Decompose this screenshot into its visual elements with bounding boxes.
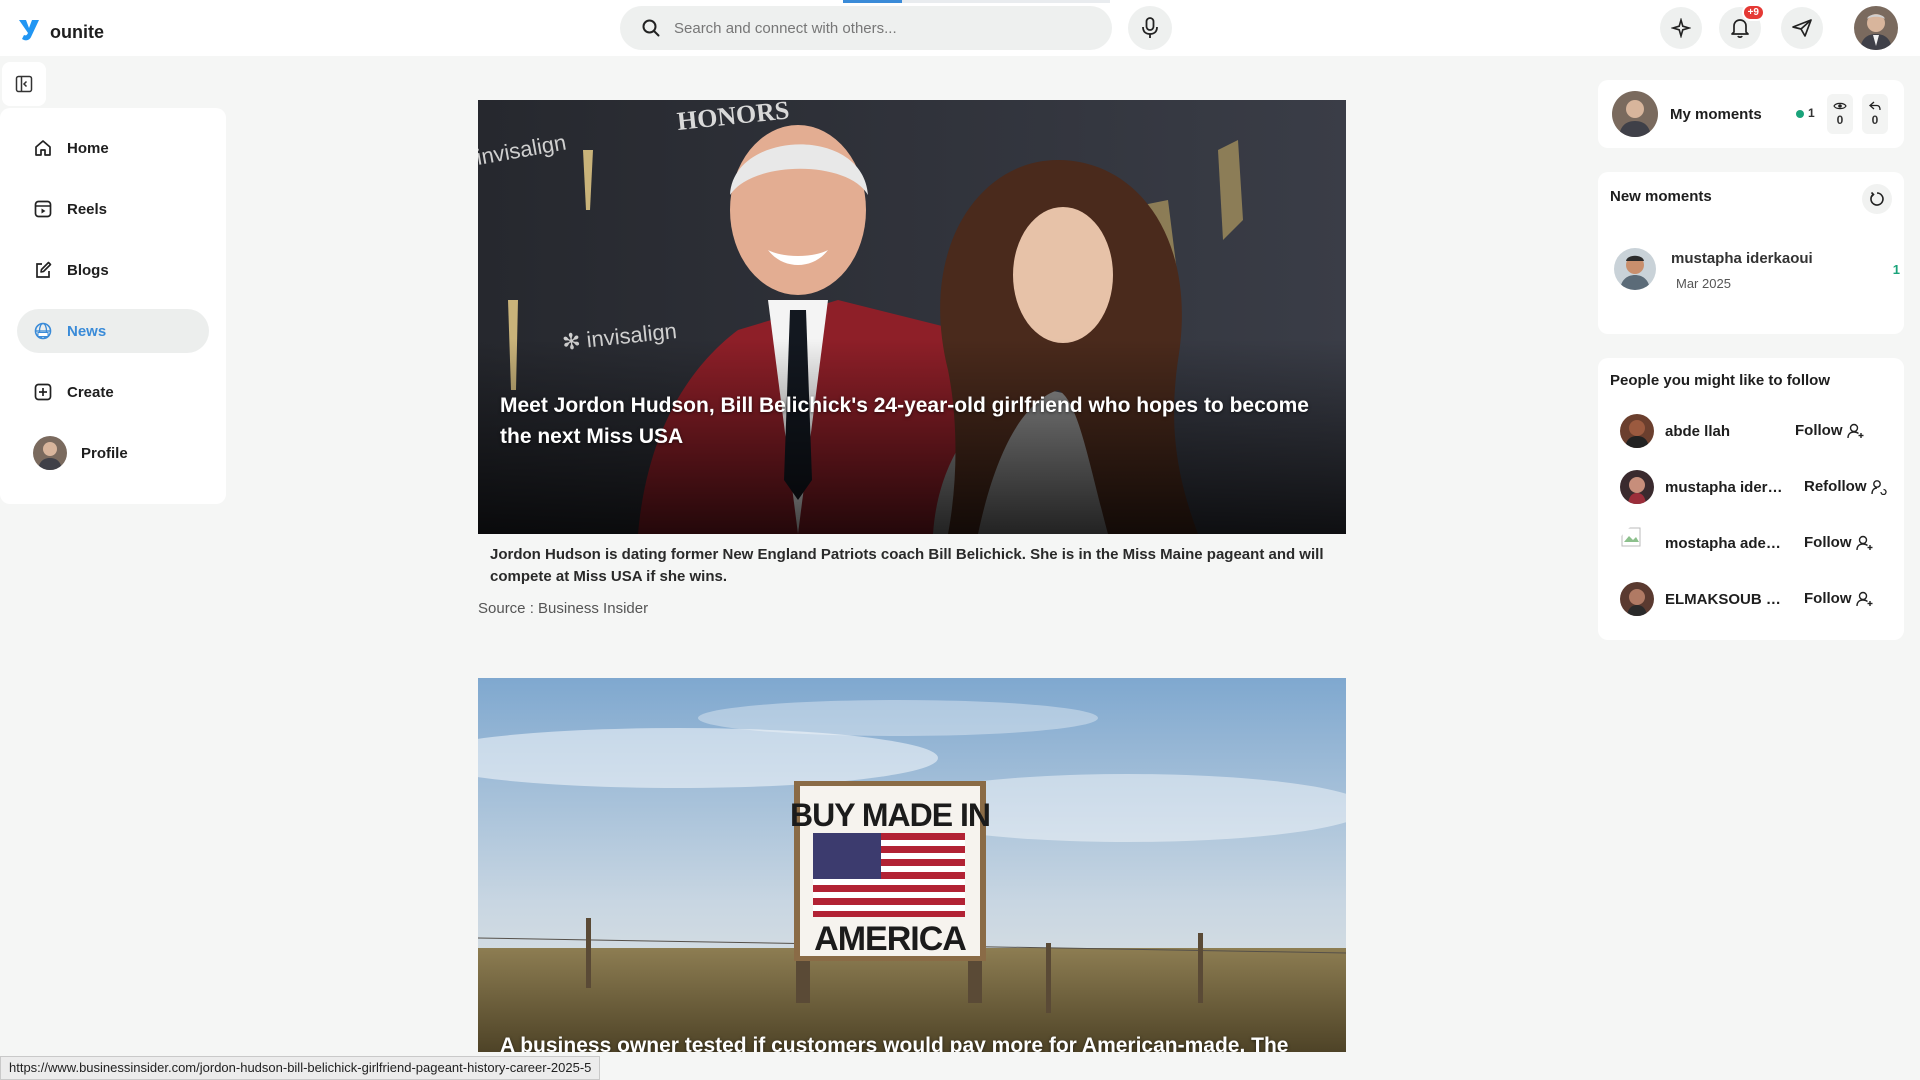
- user-plus-icon: [1855, 535, 1872, 550]
- suggestion-name[interactable]: ELMAKSOUB NOUHAILA: [1665, 591, 1783, 608]
- sign-text-top: BUY MADE IN: [790, 797, 990, 833]
- home-icon: [33, 138, 53, 158]
- sidebar-item-home[interactable]: Home: [17, 126, 209, 170]
- sidebar-toggle-icon: [15, 75, 33, 93]
- sign-text-bottom: AMERICA: [814, 920, 966, 958]
- sidebar-item-label: Home: [67, 139, 109, 157]
- new-moments-card: New moments mustapha iderkaoui Mar 2025 …: [1598, 172, 1904, 334]
- blog-edit-icon: [33, 260, 53, 280]
- ai-assistant-button[interactable]: [1660, 7, 1702, 49]
- avatar[interactable]: [1620, 526, 1654, 560]
- sidebar-item-blogs[interactable]: Blogs: [17, 248, 209, 292]
- reels-icon: [33, 199, 53, 219]
- notifications-button[interactable]: +9: [1719, 4, 1765, 49]
- article-photo: HONORS invisalign ✻ invisalign: [478, 100, 1346, 534]
- moment-item[interactable]: mustapha iderkaoui Mar 2025 1: [1614, 248, 1900, 298]
- moment-date: Mar 2025: [1676, 276, 1731, 291]
- user-refresh-icon: [1870, 479, 1887, 495]
- reply-icon: [1869, 101, 1881, 111]
- refollow-button[interactable]: Refollow: [1804, 478, 1887, 495]
- sidebar-item-label: Blogs: [67, 261, 109, 279]
- logo-icon: [19, 19, 39, 40]
- sidebar-item-reels[interactable]: Reels: [17, 187, 209, 231]
- news-globe-icon: [33, 321, 53, 341]
- suggestion-row: mustapha iderkaoui Refollow: [1620, 470, 1900, 506]
- avatar[interactable]: [1620, 414, 1654, 448]
- american-flag: [813, 833, 965, 917]
- online-dot-icon: [1796, 109, 1804, 118]
- follow-button[interactable]: Follow: [1804, 590, 1874, 607]
- user-plus-icon: [1846, 423, 1863, 438]
- article-description: Jordon Hudson is dating former New Engla…: [490, 546, 1324, 585]
- voice-search-button[interactable]: [1128, 6, 1172, 50]
- top-bar: ounite +9: [0, 0, 1920, 56]
- avatar: [1614, 248, 1656, 290]
- sidebar: Home Reels Blogs News Create Profile: [0, 108, 226, 504]
- views-stat: 0: [1827, 94, 1853, 134]
- notification-badge: +9: [1741, 4, 1765, 21]
- sidebar-item-label: Create: [67, 383, 114, 401]
- suggestion-row: abde llah Follow: [1620, 414, 1900, 450]
- loading-progress: [843, 0, 1110, 3]
- article-title[interactable]: Meet Jordon Hudson, Bill Belichick's 24-…: [500, 390, 1328, 452]
- article-photo: BUY MADE IN AMERICA: [478, 678, 1346, 1052]
- follow-suggestions-card: People you might like to follow abde lla…: [1598, 358, 1904, 640]
- sidebar-item-profile[interactable]: Profile: [17, 431, 209, 475]
- refresh-icon: [1870, 191, 1884, 206]
- link-status-bar: https://www.businessinsider.com/jordon-h…: [0, 1056, 601, 1080]
- messages-button[interactable]: [1781, 7, 1823, 49]
- avatar-image: [1854, 6, 1898, 50]
- follow-button[interactable]: Follow: [1795, 422, 1865, 439]
- sidebar-item-news[interactable]: News: [17, 309, 209, 353]
- suggestion-name[interactable]: abde llah: [1665, 423, 1783, 440]
- refresh-button[interactable]: [1862, 184, 1892, 214]
- moment-count: 1: [1892, 262, 1900, 277]
- user-avatar[interactable]: [1854, 6, 1898, 50]
- suggestion-row: ELMAKSOUB NOUHAILA Follow: [1620, 582, 1900, 618]
- article-source: Source : Business Insider: [478, 600, 649, 617]
- avatar[interactable]: [1620, 470, 1654, 504]
- follow-button[interactable]: Follow: [1804, 534, 1874, 551]
- my-moments-label: My moments: [1670, 105, 1762, 123]
- my-moments-card[interactable]: My moments 1 0 0: [1598, 80, 1904, 148]
- suggestion-name[interactable]: mustapha iderkaoui: [1665, 479, 1783, 496]
- sidebar-item-label: Profile: [81, 444, 128, 462]
- moment-author: mustapha iderkaoui: [1671, 250, 1813, 267]
- suggestion-name[interactable]: mostapha aderkaoui: [1665, 535, 1783, 552]
- active-moments-count: 1: [1796, 106, 1815, 120]
- search-bar[interactable]: [620, 6, 1112, 50]
- send-icon: [1792, 19, 1812, 37]
- eye-icon: [1833, 102, 1847, 110]
- new-moments-title: New moments: [1610, 188, 1712, 205]
- app-logo[interactable]: ounite: [16, 14, 104, 43]
- sidebar-item-label: Reels: [67, 200, 108, 218]
- suggestion-row: mostapha aderkaoui Follow: [1620, 526, 1900, 562]
- news-article-image[interactable]: BUY MADE IN AMERICA A business owner tes…: [478, 678, 1346, 1052]
- ai-sparkle-icon: [1671, 18, 1691, 38]
- suggestions-title: People you might like to follow: [1610, 372, 1831, 389]
- plus-square-icon: [33, 382, 53, 402]
- news-article-image[interactable]: HONORS invisalign ✻ invisalign Meet Jord…: [478, 100, 1346, 534]
- avatar: [33, 436, 67, 470]
- microphone-icon: [1142, 17, 1158, 38]
- avatar[interactable]: [1620, 582, 1654, 616]
- replies-stat: 0: [1862, 94, 1888, 134]
- user-plus-icon: [1855, 591, 1872, 606]
- app-name: ounite: [50, 22, 104, 42]
- sidebar-item-create[interactable]: Create: [17, 370, 209, 414]
- search-icon: [642, 19, 660, 37]
- sidebar-collapse-button[interactable]: [2, 62, 46, 106]
- avatar: [1612, 91, 1658, 137]
- sidebar-item-label: News: [67, 322, 107, 340]
- search-input[interactable]: [674, 19, 1074, 37]
- article-title[interactable]: A business owner tested if customers wou…: [500, 1030, 1328, 1052]
